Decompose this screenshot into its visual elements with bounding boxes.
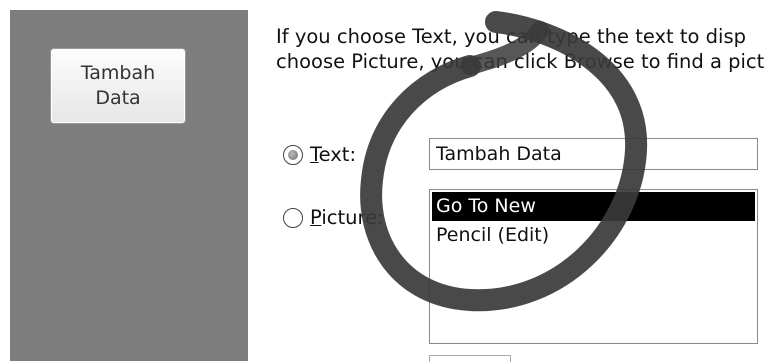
- radio-selected-dot: [288, 149, 298, 160]
- button-text-input[interactable]: [429, 138, 758, 170]
- preview-button: Tambah Data: [50, 48, 186, 124]
- text-radio-option[interactable]: Text:: [283, 143, 356, 166]
- preview-button-label: Tambah Data: [80, 62, 156, 109]
- button-preview-pane: Tambah Data: [10, 10, 248, 361]
- list-item-pencil-edit[interactable]: Pencil (Edit): [432, 221, 755, 250]
- instructions-line-2: choose Picture, you can click Browse to …: [276, 50, 765, 73]
- list-item-go-to-new[interactable]: Go To New: [432, 192, 755, 221]
- instructions-text: If you choose Text, you can type the tex…: [276, 24, 774, 74]
- text-radio-mnemonic: T: [310, 143, 319, 166]
- picture-radio-button[interactable]: [283, 207, 303, 228]
- instructions-line-1: If you choose Text, you can type the tex…: [276, 25, 746, 48]
- picture-listbox[interactable]: Go To New Pencil (Edit): [429, 189, 758, 344]
- picture-radio-label-rest: icture:: [321, 206, 384, 229]
- text-radio-label[interactable]: Text:: [310, 143, 356, 166]
- picture-radio-option[interactable]: Picture:: [283, 206, 384, 229]
- text-radio-button[interactable]: [283, 144, 303, 165]
- text-radio-label-rest: ext:: [318, 143, 357, 166]
- picture-radio-mnemonic: P: [310, 206, 322, 229]
- picture-radio-label[interactable]: Picture:: [310, 206, 384, 229]
